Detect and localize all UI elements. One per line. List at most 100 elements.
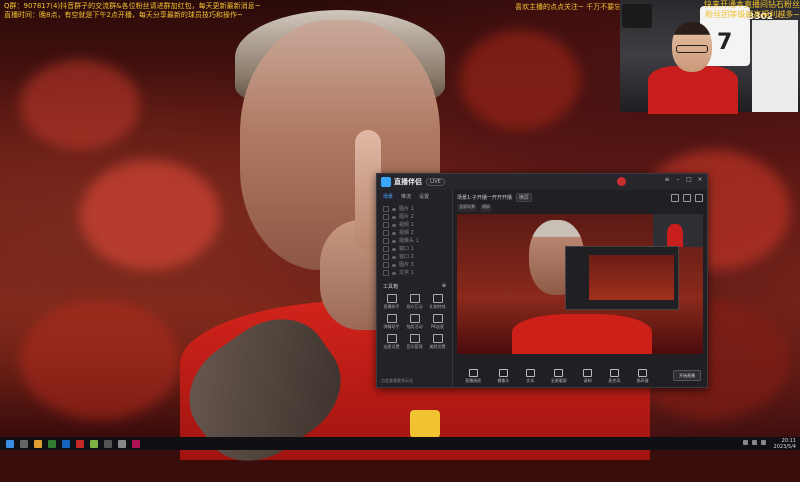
tool-label: 美颜设置	[429, 344, 446, 349]
eye-icon[interactable]	[392, 255, 396, 259]
start-live-button[interactable]: 开始直播	[673, 370, 701, 381]
subtab-portrait[interactable]: 竖屏场景	[457, 204, 477, 212]
control-record[interactable]: 录制	[583, 369, 593, 384]
streaming-app-window: 直播伴侣 LIVE ≡ – □ × 场景 推流 设置 图片 1 图片 2 视频 …	[376, 173, 708, 388]
source-item[interactable]: 视频 2	[383, 229, 446, 237]
club-badge	[410, 410, 440, 438]
source-label: 摄像头 1	[399, 238, 419, 244]
sidebar: 场景 推流 设置 图片 1 图片 2 视频 1 视频 2 摄像头 1 窗口 1 …	[377, 190, 453, 387]
fullscreen-icon[interactable]	[683, 194, 691, 202]
sidebar-footer-link[interactable]: 点此查看更多玩法	[381, 378, 413, 384]
speaker-icon	[638, 369, 648, 377]
source-label: 图片 2	[399, 214, 414, 220]
app-icon[interactable]	[132, 439, 140, 448]
tool-item[interactable]: 抽奖活动	[404, 314, 425, 330]
eye-icon[interactable]	[392, 207, 396, 211]
source-item[interactable]: 文字 1	[383, 269, 446, 277]
checkbox-icon[interactable]	[383, 246, 389, 252]
preview-player-shirt	[512, 314, 652, 354]
control-camera[interactable]: 摄像头	[497, 369, 509, 384]
tool-item[interactable]: 观众互动	[404, 294, 425, 310]
checkbox-icon[interactable]	[383, 206, 389, 212]
search-icon[interactable]	[20, 439, 28, 448]
close-icon[interactable]: ×	[697, 177, 703, 183]
minimize-icon[interactable]: –	[675, 177, 681, 183]
tool-item[interactable]: 音乐管理	[404, 334, 425, 350]
tool-item[interactable]: 直播助手	[381, 294, 402, 310]
eye-icon[interactable]	[392, 223, 396, 227]
text-icon	[525, 369, 535, 377]
tool-label: PK连麦	[430, 324, 445, 329]
microphone-icon	[609, 369, 619, 377]
source-item[interactable]: 图片 2	[383, 213, 446, 221]
checkbox-icon[interactable]	[383, 230, 389, 236]
webcam-bg-object	[622, 4, 652, 28]
subtab-landscape[interactable]: 横屏	[480, 204, 492, 212]
app-tag[interactable]: LIVE	[426, 178, 445, 186]
app-icon[interactable]	[76, 439, 84, 448]
clock[interactable]: 20:11 2023/5/4	[774, 438, 796, 450]
screenshot-icon[interactable]	[671, 194, 679, 202]
app-icon[interactable]	[118, 439, 126, 448]
volume-icon[interactable]	[752, 440, 757, 445]
orientation-chip[interactable]: 横屏	[515, 192, 532, 202]
tab-stream[interactable]: 推流	[401, 193, 411, 200]
control-speaker[interactable]: 扬声器	[637, 369, 649, 384]
tool-label: 礼物特效	[429, 304, 446, 309]
tab-settings[interactable]: 设置	[419, 193, 429, 200]
eye-icon[interactable]	[392, 231, 396, 235]
control-capture[interactable]: 全屏截屏	[551, 369, 567, 384]
avatar[interactable]	[617, 177, 626, 186]
tool-label: 抽奖活动	[406, 324, 423, 329]
camera-icon	[498, 369, 508, 377]
checkbox-icon[interactable]	[383, 262, 389, 268]
tab-scene[interactable]: 场景	[383, 193, 393, 200]
checkbox-icon[interactable]	[383, 214, 389, 220]
capture-icon	[554, 369, 564, 377]
start-icon[interactable]	[6, 439, 14, 448]
checkbox-icon[interactable]	[383, 254, 389, 260]
nested-preview-image	[589, 255, 674, 300]
control-mic[interactable]: 麦克风	[608, 369, 620, 384]
eye-icon[interactable]	[392, 263, 396, 267]
source-item[interactable]: 图片 3	[383, 261, 446, 269]
promo-line-2: 粉丝团等级越高福利越多~	[705, 10, 800, 19]
menu-icon[interactable]: ≡	[664, 177, 670, 183]
control-label: 麦克风	[608, 378, 621, 383]
source-label: 视频 2	[399, 230, 414, 236]
tool-item[interactable]: PK连麦	[427, 314, 448, 330]
source-item[interactable]: 视频 1	[383, 221, 446, 229]
app-icon[interactable]	[104, 439, 112, 448]
eye-icon[interactable]	[392, 215, 396, 219]
source-item[interactable]: 窗口 2	[383, 253, 446, 261]
tool-item[interactable]: 弹幕助手	[381, 314, 402, 330]
webcam-jersey-number: 7	[717, 30, 733, 55]
app-icon[interactable]	[90, 439, 98, 448]
source-item[interactable]: 摄像头 1	[383, 237, 446, 245]
app-titlebar[interactable]: 直播伴侣 LIVE ≡ – □ ×	[377, 174, 707, 190]
battery-icon[interactable]	[761, 440, 766, 445]
webcam-bg-wall	[752, 20, 798, 112]
toolbox-more-icon[interactable]: ⊕	[442, 283, 446, 290]
tool-item[interactable]: 礼物特效	[427, 294, 448, 310]
checkbox-icon[interactable]	[383, 238, 389, 244]
eye-icon[interactable]	[392, 271, 396, 275]
webcam-person-shirt	[648, 66, 738, 114]
eye-icon[interactable]	[392, 239, 396, 243]
source-item[interactable]: 图片 1	[383, 205, 446, 213]
maximize-icon[interactable]: □	[686, 177, 692, 183]
checkbox-icon[interactable]	[383, 222, 389, 228]
preview-webcam-person	[667, 224, 683, 247]
app-icon[interactable]	[48, 439, 56, 448]
browser-icon[interactable]	[62, 439, 70, 448]
source-item[interactable]: 窗口 1	[383, 245, 446, 253]
control-text[interactable]: 文本	[525, 369, 535, 384]
tool-item[interactable]: 美颜设置	[427, 334, 448, 350]
network-icon[interactable]	[743, 440, 748, 445]
folder-icon[interactable]	[34, 439, 42, 448]
share-icon[interactable]	[695, 194, 703, 202]
control-quality[interactable]: 直播画质	[465, 369, 481, 384]
checkbox-icon[interactable]	[383, 270, 389, 276]
tool-item[interactable]: 连麦设置	[381, 334, 402, 350]
eye-icon[interactable]	[392, 247, 396, 251]
